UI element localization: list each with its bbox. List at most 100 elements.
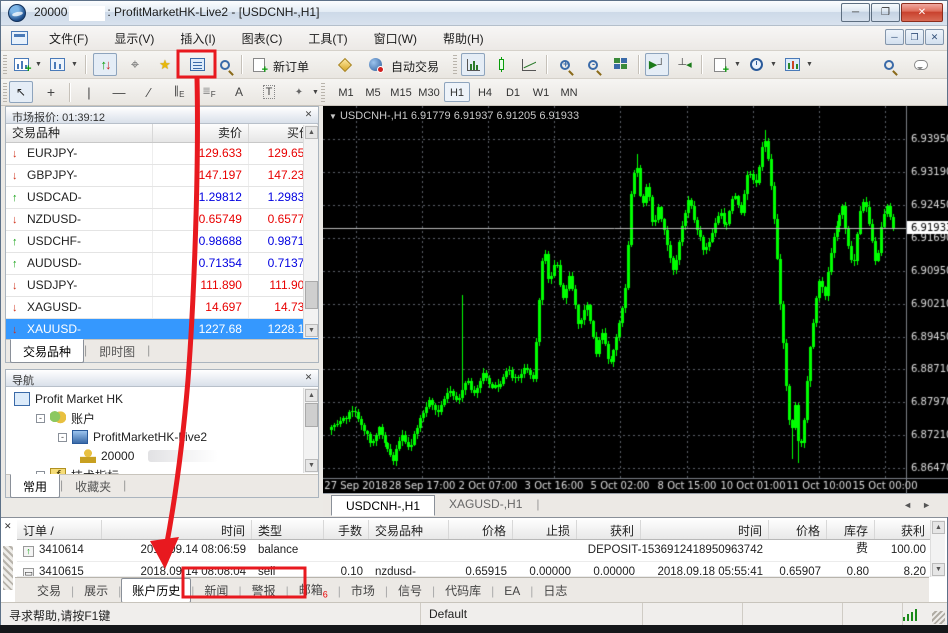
text-label-tool-button[interactable]: T (257, 81, 281, 103)
data-window-button[interactable]: ⌖ (123, 53, 147, 76)
market-watch-row-eurjpy[interactable]: ↓EURJPY-129.633129.655 (6, 142, 318, 164)
new-chart-button[interactable]: + (9, 53, 33, 76)
market-watch-scrollbar[interactable]: ▲ ▼ (303, 125, 318, 338)
terminal-col-8[interactable]: 时间 (641, 520, 769, 539)
vertical-line-tool-button[interactable]: | (77, 81, 101, 103)
terminal-tab-2[interactable]: 账户历史 (121, 578, 191, 603)
market-watch-row-audusd[interactable]: ↑AUDUSD-0.713540.71373 (6, 252, 318, 274)
navigator-scrollbar[interactable]: ▲ ▼ (303, 388, 318, 473)
terminal-tab-10[interactable]: 日志 (533, 578, 577, 603)
periods-dropdown[interactable]: ▼ (770, 61, 777, 68)
chart-shift-button[interactable]: ┴◂ (673, 53, 697, 76)
timeframe-button-w1[interactable]: W1 (528, 82, 554, 102)
scroll-thumb[interactable] (305, 403, 318, 427)
zoom-out-button[interactable]: - (581, 53, 605, 76)
new-chart-dropdown[interactable]: ▼ (35, 61, 42, 68)
navigator-button[interactable]: ★ (153, 53, 177, 76)
bar-chart-button[interactable] (461, 53, 485, 76)
terminal-tab-6[interactable]: 市场 (341, 578, 385, 603)
terminal-grip[interactable] (3, 546, 13, 590)
arrows-tool-button[interactable]: ✦ (287, 81, 311, 103)
terminal-tab-8[interactable]: 代码库 (435, 578, 491, 603)
scroll-up-icon[interactable]: ▲ (932, 521, 945, 534)
menu-item-0[interactable]: 文件(F) (36, 27, 101, 50)
expand-icon[interactable]: - (58, 433, 67, 442)
indicators-button[interactable]: + (708, 53, 732, 76)
timeframe-button-h4[interactable]: H4 (472, 82, 498, 102)
toolbar-grip[interactable] (3, 55, 7, 75)
navigator-tab-0[interactable]: 常用 (10, 474, 60, 498)
terminal-button[interactable] (185, 53, 209, 76)
market-watch-close-icon[interactable]: ✕ (303, 109, 314, 120)
chart-tab-1[interactable]: XAGUSD-,H1 (435, 494, 536, 513)
terminal-col-6[interactable]: 止损 (513, 520, 577, 539)
timeframe-button-m15[interactable]: M15 (388, 82, 414, 102)
timeframe-button-m1[interactable]: M1 (333, 82, 359, 102)
profiles-button[interactable] (45, 53, 69, 76)
auto-trading-button[interactable]: 自动交易 (391, 58, 439, 75)
menu-item-5[interactable]: 窗口(W) (361, 27, 430, 50)
text-tool-button[interactable]: A (227, 81, 251, 103)
terminal-col-4[interactable]: 交易品种 (369, 520, 449, 539)
scroll-down-icon[interactable]: ▼ (305, 459, 318, 472)
timeframe-button-m5[interactable]: M5 (360, 82, 386, 102)
terminal-col-2[interactable]: 类型 (252, 520, 324, 539)
menu-item-6[interactable]: 帮助(H) (430, 27, 497, 50)
price-chart[interactable] (323, 106, 948, 493)
terminal-close-icon[interactable]: ✕ (4, 521, 12, 532)
terminal-col-3[interactable]: 手数 (324, 520, 369, 539)
chart-tab-0[interactable]: USDCNH-,H1 (331, 495, 435, 516)
terminal-tab-5[interactable]: 邮箱6 (289, 577, 338, 603)
market-watch-row-usdjpy[interactable]: ↓USDJPY-111.890111.906 (6, 274, 318, 296)
chart-tab-right-icon[interactable]: ► (922, 500, 941, 510)
market-watch-toggle-button[interactable]: ↑↓ (93, 53, 117, 76)
tree-node-accounts[interactable]: -账户 (36, 409, 95, 427)
status-profile[interactable]: Default (421, 603, 643, 626)
terminal-col-1[interactable]: 时间 (102, 520, 252, 539)
new-order-button[interactable]: 新订单 (273, 58, 309, 75)
close-button[interactable]: ✕ (901, 3, 943, 22)
trendline-tool-button[interactable]: ∕ (137, 81, 161, 103)
menu-item-4[interactable]: 工具(T) (295, 27, 360, 50)
terminal-scrollbar[interactable]: ▲ ▼ (930, 520, 945, 577)
templates-button[interactable] (780, 53, 804, 76)
search-button[interactable] (877, 53, 901, 76)
minimize-button[interactable]: ─ (841, 3, 870, 22)
profiles-dropdown[interactable]: ▼ (71, 61, 78, 68)
terminal-col-0[interactable]: 订单 / (17, 520, 102, 539)
restore-button[interactable]: ❐ (871, 3, 900, 22)
market-watch-row-nzdusd[interactable]: ↓NZDUSD-0.657490.65773 (6, 208, 318, 230)
history-row-trade[interactable]: ▭34106152018.09.14 08:08:04sell0.10nzdus… (17, 562, 932, 577)
scroll-up-icon[interactable]: ▲ (305, 126, 318, 139)
candlestick-chart-button[interactable] (489, 53, 513, 76)
strategy-tester-button[interactable] (213, 53, 237, 76)
terminal-tab-1[interactable]: 展示 (74, 578, 118, 603)
tile-windows-button[interactable] (609, 53, 633, 76)
navigator-tab-1[interactable]: 收藏夹 (63, 475, 123, 497)
timeframe-button-d1[interactable]: D1 (500, 82, 526, 102)
chart-tab-left-icon[interactable]: ◄ (903, 500, 922, 510)
timeframe-button-m30[interactable]: M30 (416, 82, 442, 102)
templates-dropdown[interactable]: ▼ (806, 61, 813, 68)
tree-node-server[interactable]: -ProfitMarketHK-Live2 (58, 428, 207, 446)
scroll-up-icon[interactable]: ▲ (305, 389, 318, 402)
arrows-tool-dropdown[interactable]: ▼ (312, 89, 319, 96)
terminal-tab-3[interactable]: 新闻 (194, 578, 238, 603)
new-order-icon[interactable]: + (247, 53, 271, 76)
market-watch-row-usdchf[interactable]: ↑USDCHF-0.986880.98712 (6, 230, 318, 252)
market-watch-col-sell[interactable]: 卖价 (152, 124, 248, 142)
market-watch-tab-1[interactable]: 即时图 (87, 340, 147, 362)
tree-node-account[interactable]: 20000 (80, 447, 218, 465)
scroll-thumb[interactable] (305, 281, 318, 309)
market-watch-row-usdcad[interactable]: ↑USDCAD-1.298121.29834 (6, 186, 318, 208)
terminal-tab-7[interactable]: 信号 (388, 578, 432, 603)
timeframe-button-h1[interactable]: H1 (444, 82, 470, 102)
indicators-dropdown[interactable]: ▼ (734, 61, 741, 68)
terminal-tab-9[interactable]: EA (494, 580, 530, 602)
terminal-tab-0[interactable]: 交易 (27, 578, 71, 603)
market-watch-row-xagusd[interactable]: ↓XAGUSD-14.69714.731 (6, 296, 318, 318)
mdi-minimize-button[interactable]: ─ (885, 29, 904, 45)
tree-node-platform[interactable]: Profit Market HK (14, 390, 123, 408)
periods-button[interactable] (744, 53, 768, 76)
terminal-tab-4[interactable]: 警报 (242, 578, 286, 603)
